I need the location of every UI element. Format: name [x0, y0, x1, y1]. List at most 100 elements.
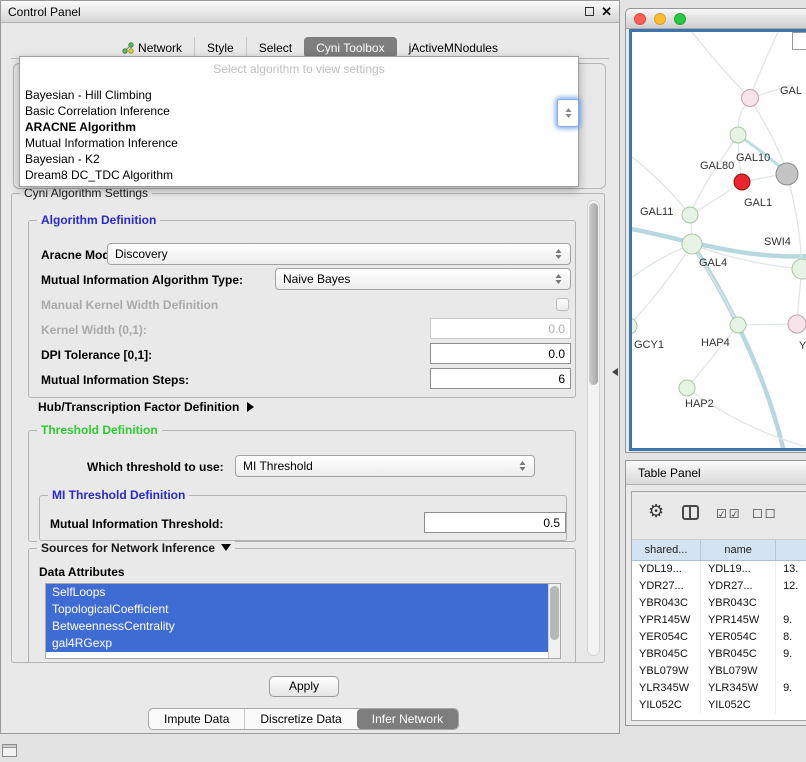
table-row[interactable]: YIL052C YIL052C [632, 697, 806, 714]
network-node[interactable] [788, 315, 806, 333]
node-label: GAL11 [640, 206, 673, 218]
column-header-shared-name[interactable]: shared... [632, 540, 701, 560]
attribute-list-scrollbar[interactable] [548, 584, 560, 658]
tab-jactivemnodules[interactable]: jActiveMNodules [397, 37, 510, 58]
mi-algorithm-type-select[interactable]: Naive Bayes [275, 268, 571, 290]
network-node[interactable] [730, 317, 746, 333]
mi-steps-input[interactable] [430, 368, 571, 389]
cell-value: 12. [776, 578, 806, 595]
minimized-panel-icon[interactable] [2, 744, 17, 757]
dropdown-item-dream8[interactable]: Dream8 DC_TDC Algorithm [20, 167, 578, 183]
cell-shared-name: YDL19... [632, 561, 701, 578]
splitter-collapse-handle[interactable] [612, 368, 618, 376]
network-node[interactable] [632, 318, 637, 334]
float-window-icon[interactable] [585, 7, 594, 16]
network-node-gray[interactable] [776, 163, 798, 185]
dropdown-item-aracne[interactable]: ARACNE Algorithm [20, 119, 578, 135]
attribute-item-gal4rgexp[interactable]: gal4RGexp [46, 635, 548, 652]
column-header-clipped[interactable] [776, 540, 806, 560]
node-label: GAL80 [700, 160, 734, 172]
hub-definition-toggle[interactable]: Hub/Transcription Factor Definition [38, 400, 254, 414]
dropdown-item-mutual-information[interactable]: Mutual Information Inference [20, 135, 578, 151]
select-all-icon[interactable]: ☑☑ [716, 507, 742, 521]
dropdown-item-bayesian-hill-climbing[interactable]: Bayesian - Hill Climbing [20, 87, 578, 103]
tab-infer-network[interactable]: Infer Network [357, 709, 458, 729]
column-header-name[interactable]: name [701, 540, 776, 560]
tab-style[interactable]: Style [194, 37, 246, 58]
network-node[interactable] [682, 234, 702, 254]
mi-threshold-group: MI Threshold Definition Mutual Informati… [39, 495, 567, 541]
table-row[interactable]: YPR145W YPR145W 9. [632, 612, 806, 629]
cell-shared-name: YPR145W [632, 612, 701, 629]
table-row[interactable]: YDR27... YDR27... 12. [632, 578, 806, 595]
threshold-definition-title: Threshold Definition [37, 423, 162, 437]
deselect-all-icon[interactable]: ☐☐ [752, 507, 778, 521]
tab-jactivemnodules-label: jActiveMNodules [409, 41, 498, 55]
combo-arrows-icon [554, 272, 563, 286]
tab-select[interactable]: Select [246, 37, 304, 58]
aracne-mode-select[interactable]: Discovery [107, 243, 571, 265]
zoom-traffic-light[interactable] [674, 13, 686, 25]
table-row[interactable]: YBR043C YBR043C [632, 595, 806, 612]
manual-kernel-width-checkbox[interactable] [556, 298, 569, 311]
dropdown-item-basic-correlation[interactable]: Basic Correlation Inference [20, 103, 578, 119]
attribute-item-selfloops[interactable]: SelfLoops [46, 584, 548, 601]
close-window-icon[interactable]: ✕ [601, 5, 612, 18]
network-node[interactable] [730, 127, 746, 143]
attribute-list: SelfLoops TopologicalCoefficient Between… [45, 583, 561, 659]
cell-shared-name: YBR045C [632, 646, 701, 663]
cyni-algorithm-settings-group: Cyni Algorithm Settings Algorithm Defini… [11, 193, 605, 663]
settings-scrollbar[interactable] [587, 200, 600, 656]
table-row[interactable]: YBR045C YBR045C 9. [632, 646, 806, 663]
settings-scrollbar-thumb[interactable] [589, 203, 598, 385]
attribute-item-betweennesscentrality[interactable]: BetweennessCentrality [46, 618, 548, 635]
table-panel-title: Table Panel [638, 466, 701, 480]
aracne-mode-value: Discovery [115, 247, 554, 261]
algorithm-dropdown-popup: Select algorithm to view settings Bayesi… [19, 56, 579, 187]
network-node-red[interactable] [734, 174, 750, 190]
mi-steps-label: Mutual Information Steps: [41, 373, 189, 387]
table-row[interactable]: YBL079W YBL079W [632, 663, 806, 680]
data-attributes-label: Data Attributes [39, 565, 125, 579]
cell-shared-name: YIL052C [632, 697, 701, 714]
sources-group: Sources for Network Inference Data Attri… [28, 548, 576, 662]
settings-gear-icon[interactable]: ⚙ [648, 502, 664, 520]
network-node[interactable] [682, 207, 698, 223]
attribute-list-scrollbar-thumb[interactable] [550, 586, 559, 640]
network-node[interactable] [742, 90, 759, 107]
minimize-traffic-light[interactable] [654, 13, 666, 25]
network-node[interactable] [679, 380, 695, 396]
tab-impute-data[interactable]: Impute Data [149, 709, 244, 729]
network-corner-widget[interactable] [792, 32, 806, 50]
kernel-width-label: Kernel Width (0,1): [41, 323, 147, 337]
table-row[interactable]: YER054C YER054C 8. [632, 629, 806, 646]
network-canvas[interactable]: GAL GAL80 GAL10 GAL1 GAL11 SWI4 GAL4 GCY… [629, 29, 806, 451]
apply-button[interactable]: Apply [269, 676, 339, 697]
combo-arrows-icon [564, 106, 573, 120]
close-traffic-light[interactable] [634, 13, 646, 25]
table-panel-titlebar: Table Panel [626, 461, 806, 485]
table-row[interactable]: YDL19... YDL19... 13. [632, 561, 806, 578]
tab-cyni-toolbox[interactable]: Cyni Toolbox [304, 37, 396, 58]
cell-name: YBL079W [701, 663, 776, 680]
cell-value: 9. [776, 646, 806, 663]
threshold-type-select[interactable]: MI Threshold [235, 455, 535, 477]
table-row[interactable]: YLR345W YLR345W 9. [632, 680, 806, 697]
tab-network[interactable]: Network [110, 37, 194, 58]
algorithm-combo-button[interactable] [557, 99, 579, 127]
column-layout-icon[interactable] [682, 505, 699, 520]
mi-threshold-input[interactable] [424, 512, 566, 533]
attribute-item-topologicalcoefficient[interactable]: TopologicalCoefficient [46, 601, 548, 618]
network-node[interactable] [792, 259, 806, 279]
sources-group-toggle[interactable]: Sources for Network Inference [37, 541, 235, 555]
cell-shared-name: YDR27... [632, 578, 701, 595]
node-label: GAL4 [699, 257, 727, 269]
collapse-arrow-icon [221, 544, 231, 551]
network-graph: GAL GAL80 GAL10 GAL1 GAL11 SWI4 GAL4 GCY… [632, 32, 806, 448]
dpi-tolerance-input[interactable] [430, 343, 571, 364]
tab-discretize-data[interactable]: Discretize Data [244, 709, 356, 729]
kernel-width-input[interactable] [430, 318, 571, 339]
network-view-window: GAL GAL80 GAL10 GAL1 GAL11 SWI4 GAL4 GCY… [625, 8, 806, 453]
cell-shared-name: YER054C [632, 629, 701, 646]
dropdown-item-bayesian-k2[interactable]: Bayesian - K2 [20, 151, 578, 167]
